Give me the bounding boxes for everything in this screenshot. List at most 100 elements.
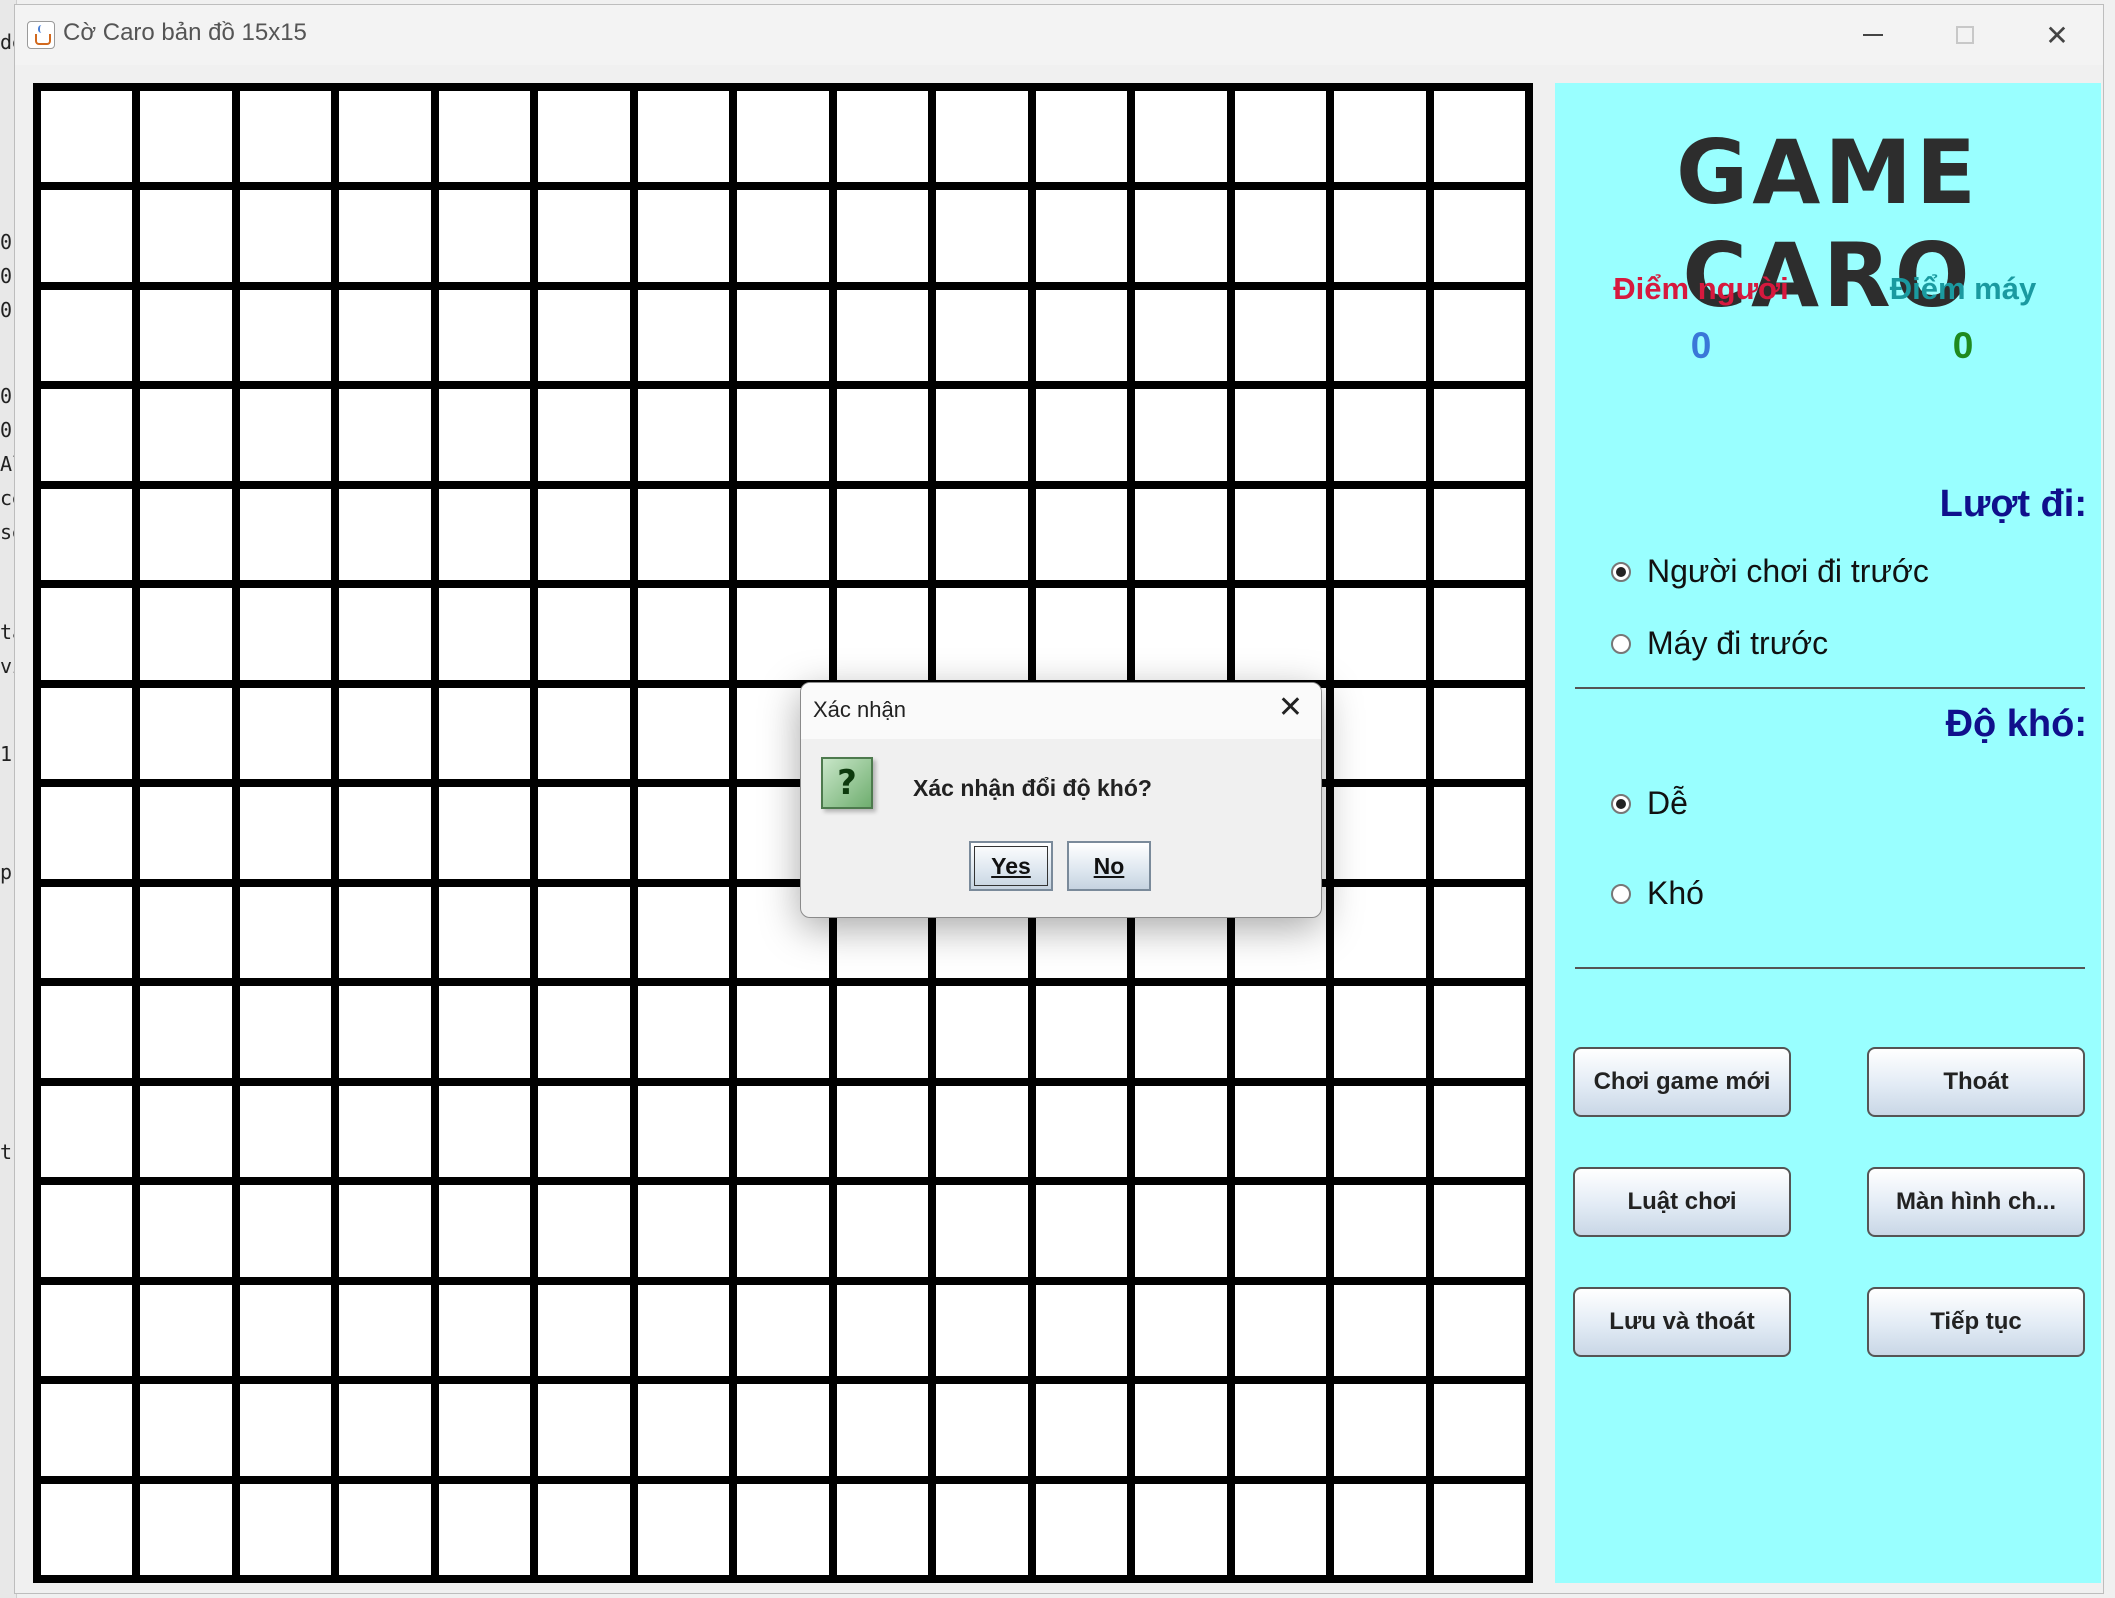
board-cell[interactable] — [140, 886, 232, 979]
board-cell[interactable] — [637, 1185, 730, 1277]
board-cell[interactable] — [1234, 289, 1327, 382]
board-cell[interactable] — [737, 1483, 829, 1575]
board-cell[interactable] — [637, 190, 730, 282]
board-cell[interactable] — [936, 289, 1028, 382]
board-cell[interactable] — [1334, 1085, 1426, 1178]
board-cell[interactable] — [1334, 389, 1426, 481]
board-cell[interactable] — [737, 1085, 829, 1178]
board-cell[interactable] — [41, 488, 133, 581]
board-cell[interactable] — [239, 787, 332, 879]
no-button[interactable]: No — [1067, 841, 1151, 891]
board-cell[interactable] — [637, 588, 730, 680]
board-cell[interactable] — [1035, 588, 1128, 680]
board-cell[interactable] — [538, 1284, 630, 1377]
board-cell[interactable] — [538, 1185, 630, 1277]
board-cell[interactable] — [737, 389, 829, 481]
board-cell[interactable] — [1135, 1085, 1227, 1178]
yes-button[interactable]: Yes — [969, 841, 1053, 891]
board-cell[interactable] — [41, 91, 133, 183]
board-cell[interactable] — [1334, 1185, 1426, 1277]
board-cell[interactable] — [836, 1384, 929, 1476]
board-cell[interactable] — [140, 1384, 232, 1476]
board-cell[interactable] — [1334, 986, 1426, 1078]
board-cell[interactable] — [1433, 986, 1525, 1078]
board-cell[interactable] — [41, 1284, 133, 1377]
board-cell[interactable] — [41, 787, 133, 879]
board-cell[interactable] — [1433, 389, 1525, 481]
board-cell[interactable] — [438, 1284, 531, 1377]
exit-button[interactable]: Thoát — [1867, 1047, 2085, 1117]
board-cell[interactable] — [140, 289, 232, 382]
board-cell[interactable] — [140, 588, 232, 680]
board-cell[interactable] — [936, 91, 1028, 183]
board-cell[interactable] — [538, 687, 630, 780]
board-cell[interactable] — [239, 1284, 332, 1377]
board-cell[interactable] — [637, 787, 730, 879]
board-cell[interactable] — [239, 389, 332, 481]
board-cell[interactable] — [140, 1284, 232, 1377]
board-cell[interactable] — [936, 1384, 1028, 1476]
board-cell[interactable] — [1433, 1085, 1525, 1178]
board-cell[interactable] — [1334, 787, 1426, 879]
board-cell[interactable] — [737, 588, 829, 680]
board-cell[interactable] — [239, 986, 332, 1078]
board-cell[interactable] — [1234, 190, 1327, 282]
board-cell[interactable] — [936, 190, 1028, 282]
rules-button[interactable]: Luật chơi — [1573, 1167, 1791, 1237]
board-cell[interactable] — [41, 289, 133, 382]
board-cell[interactable] — [339, 1384, 431, 1476]
board-cell[interactable] — [239, 886, 332, 979]
board-cell[interactable] — [637, 986, 730, 1078]
board-cell[interactable] — [1433, 1384, 1525, 1476]
board-cell[interactable] — [1334, 91, 1426, 183]
board-cell[interactable] — [1135, 1483, 1227, 1575]
board-cell[interactable] — [339, 687, 431, 780]
board-cell[interactable] — [239, 289, 332, 382]
board-cell[interactable] — [836, 1483, 929, 1575]
board-cell[interactable] — [239, 1384, 332, 1476]
board-cell[interactable] — [1334, 886, 1426, 979]
board-cell[interactable] — [438, 1185, 531, 1277]
board-cell[interactable] — [339, 289, 431, 382]
board-cell[interactable] — [438, 787, 531, 879]
board-cell[interactable] — [140, 389, 232, 481]
board-cell[interactable] — [1234, 986, 1327, 1078]
board-cell[interactable] — [140, 1185, 232, 1277]
board-cell[interactable] — [339, 1284, 431, 1377]
board-cell[interactable] — [438, 389, 531, 481]
board-cell[interactable] — [936, 1185, 1028, 1277]
window-close-button[interactable]: ✕ — [2011, 5, 2103, 65]
board-cell[interactable] — [1035, 1284, 1128, 1377]
board-cell[interactable] — [1234, 588, 1327, 680]
board-cell[interactable] — [1135, 588, 1227, 680]
board-cell[interactable] — [1433, 1284, 1525, 1377]
board-cell[interactable] — [936, 488, 1028, 581]
board-cell[interactable] — [538, 91, 630, 183]
board-cell[interactable] — [637, 1085, 730, 1178]
board-cell[interactable] — [836, 389, 929, 481]
board-cell[interactable] — [737, 91, 829, 183]
board-cell[interactable] — [836, 1284, 929, 1377]
board-cell[interactable] — [339, 886, 431, 979]
board-cell[interactable] — [538, 588, 630, 680]
board-cell[interactable] — [1234, 1185, 1327, 1277]
board-cell[interactable] — [1234, 389, 1327, 481]
board-cell[interactable] — [637, 1483, 730, 1575]
board-cell[interactable] — [1433, 289, 1525, 382]
board-cell[interactable] — [1433, 1483, 1525, 1575]
board-cell[interactable] — [339, 91, 431, 183]
board-cell[interactable] — [1433, 1185, 1525, 1277]
board-cell[interactable] — [1135, 1284, 1227, 1377]
board-cell[interactable] — [538, 1483, 630, 1575]
board-cell[interactable] — [538, 787, 630, 879]
board-cell[interactable] — [538, 488, 630, 581]
board-cell[interactable] — [1035, 289, 1128, 382]
radio-hard[interactable]: Khó — [1611, 875, 1704, 912]
board-cell[interactable] — [1334, 1284, 1426, 1377]
board-cell[interactable] — [1433, 886, 1525, 979]
board-cell[interactable] — [438, 986, 531, 1078]
board-cell[interactable] — [737, 289, 829, 382]
board-cell[interactable] — [737, 190, 829, 282]
board-cell[interactable] — [1135, 1185, 1227, 1277]
board-cell[interactable] — [41, 1384, 133, 1476]
